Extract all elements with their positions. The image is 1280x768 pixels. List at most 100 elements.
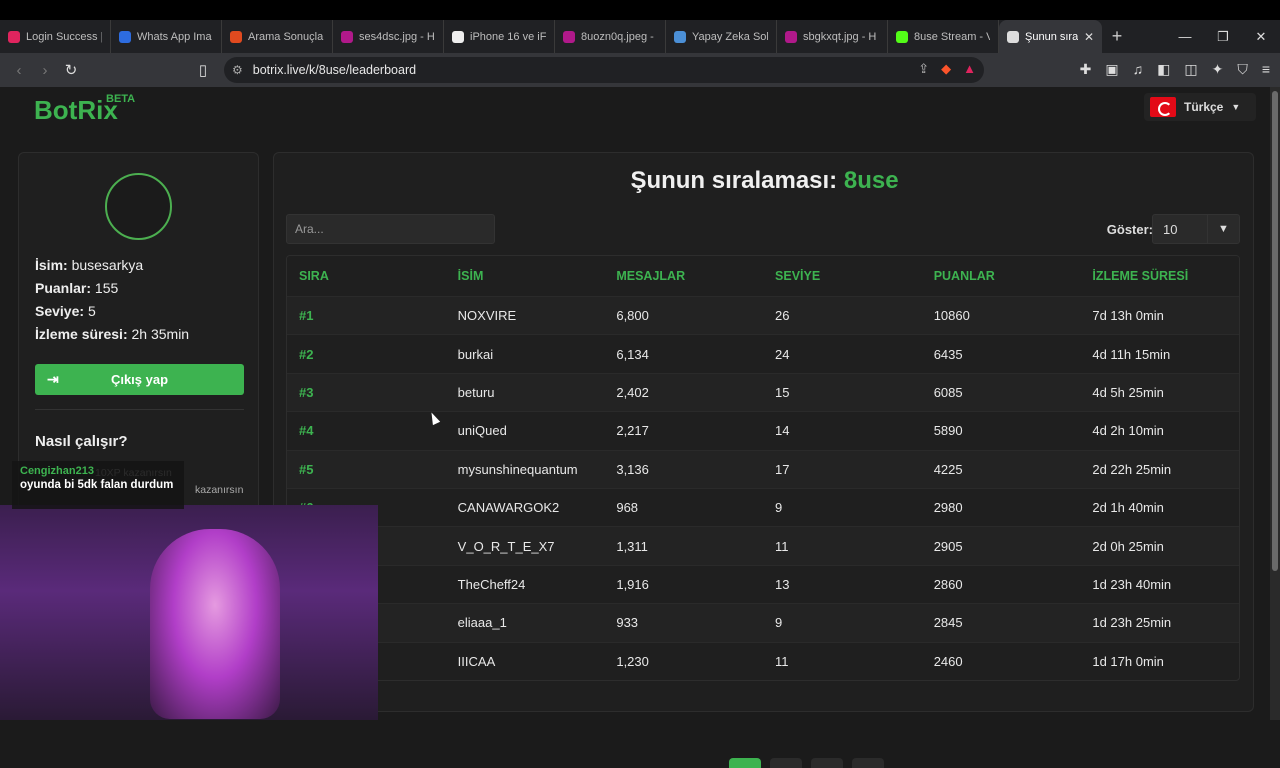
rank-cell: #4 [299,423,314,439]
search-input[interactable] [286,214,495,244]
media-icon[interactable]: ♫ [1133,61,1144,78]
wallet-icon[interactable]: ▣ [1105,61,1118,78]
profile-watch-row: İzleme süresi: 2h 35min [35,323,189,346]
scrollbar-thumb[interactable] [1272,91,1278,571]
tab-title: sbgkxqt.jpg - H [803,30,877,43]
table-cell: 2980 [933,500,963,516]
column-header[interactable]: İZLEME SÜRESİ [1080,269,1239,283]
table-cell: IIICAA [457,653,496,669]
tab-favicon-icon [1007,30,1019,43]
close-tab-icon[interactable]: ✕ [1084,30,1094,44]
browser-tab[interactable]: Whats App Ima [111,20,222,53]
page-button[interactable] [729,758,761,768]
browser-tab[interactable]: Yapay Zeka Soh [666,20,777,53]
page-size-select[interactable]: 10 ▼ [1152,214,1240,244]
brave-shield-icon[interactable]: ◆ [941,61,951,77]
page-button[interactable] [770,758,802,768]
table-cell: 2,402 [616,384,649,400]
profile-points: 155 [94,280,119,296]
restore-icon[interactable]: ❐ [1204,20,1242,53]
browser-tab[interactable]: Login Success | [0,20,111,53]
browser-tab[interactable]: iPhone 16 ve iF [444,20,555,53]
botrix-logo[interactable]: BotRix BETA [34,93,135,126]
table-cell: 1d 23h 25min [1092,615,1172,631]
table-cell: 2460 [933,653,963,669]
sidebar-icon[interactable]: ◧ [1157,61,1170,78]
table-row: #1 NOXVIRE 6,800 26 10860 7d 13h 0min [287,296,1239,335]
forward-icon[interactable]: › [32,62,58,79]
new-tab-button[interactable]: + [1102,26,1132,47]
column-header[interactable]: SIRA [287,269,446,283]
page-button[interactable] [811,758,843,768]
window-controls: — ❐ ✕ [1166,20,1280,53]
browser-tab[interactable]: ses4dsc.jpg - H [333,20,444,53]
table-cell: CANAWARGOK2 [457,500,560,516]
table-cell: mysunshinequantum [457,461,578,477]
avatar [105,173,172,240]
logout-button[interactable]: ⇥ Çıkış yap [35,364,244,395]
language-selector[interactable]: Türkçe ▼ [1144,93,1256,121]
divider [35,409,244,410]
table-cell: 9 [775,615,783,631]
share-icon[interactable]: ⇪ [918,61,929,77]
reload-icon[interactable]: ↻ [58,61,84,79]
table-cell: 9 [775,500,783,516]
back-icon[interactable]: ‹ [6,62,32,79]
browser-tab[interactable]: sbgkxqt.jpg - H [777,20,888,53]
table-cell: 26 [775,308,790,324]
table-cell: 11 [775,653,789,669]
brave-rewards-icon[interactable]: ▲ [963,61,976,77]
table-cell: 1,311 [616,538,648,554]
leo-icon[interactable]: ✦ [1212,61,1224,78]
table-cell: 1d 23h 40min [1092,576,1172,592]
table-cell: 6085 [933,384,963,400]
browser-tab[interactable]: 8use Stream - V [888,20,999,53]
shield-icon[interactable]: ⛉ [1237,61,1248,78]
close-window-icon[interactable]: ✕ [1242,20,1280,53]
table-cell: 4d 2h 10min [1092,423,1164,439]
points-label: Puanlar: [35,280,92,296]
rank-cell: #1 [299,308,314,324]
profile-points-row: Puanlar: 155 [35,277,189,300]
page-button[interactable] [852,758,884,768]
table-cell: 2d 22h 25min [1092,461,1172,477]
table-cell: 6,800 [616,308,649,324]
table-cell: eliaaa_1 [457,615,507,631]
table-cell: 2860 [933,576,963,592]
table-row: #5 mysunshinequantum 3,136 17 4225 2d 22h 25m… [287,449,1239,488]
browser-tab[interactable]: Arama Sonuçlar [222,20,333,53]
streamer-image [150,529,280,719]
table-cell: 2,217 [616,423,649,439]
extensions-icon[interactable]: ✚ [1080,61,1092,78]
table-row: #10IIICAA1,2301124601d 17h 0min [287,641,1239,680]
channel-name: 8use [843,167,899,194]
table-cell: 1,230 [616,653,649,669]
tab-title: Arama Sonuçlar [248,30,324,43]
logout-label: Çıkış yap [110,372,169,387]
vpn-icon[interactable]: ◫ [1184,61,1197,78]
table-cell: 24 [775,346,790,362]
table-cell: 2d 1h 40min [1092,500,1164,516]
page-scrollbar[interactable] [1270,87,1280,720]
tab-title: Yapay Zeka Soh [692,30,768,43]
browser-tab[interactable]: 8uozn0q.jpeg - [555,20,666,53]
column-header[interactable]: MESAJLAR [604,269,763,283]
browser-tab[interactable]: Şunun sırala ✕ [999,20,1102,53]
column-header[interactable]: SEVİYE [763,269,922,283]
column-header[interactable]: İSİM [446,269,605,283]
tab-favicon-icon [674,30,686,43]
table-header: SIRA İSİM MESAJLAR SEVİYE PUANLAR İZLEME SÜRE… [287,256,1239,296]
column-header[interactable]: PUANLAR [922,269,1081,283]
pagination [729,758,884,768]
menu-icon[interactable]: ≡ [1262,61,1270,78]
minimize-icon[interactable]: — [1166,20,1204,53]
table-cell: beturu [457,384,495,400]
url-bar[interactable]: ⚙ botrix.live/k/8use/leaderboard ⇪ ◆ ▲ [224,57,984,83]
table-cell: 14 [775,423,790,439]
page-size-value: 10 [1163,221,1178,237]
howto-title: Nasıl çalışır? [35,433,128,450]
chat-username: Cengizhan213 [20,465,94,477]
table-cell: 7d 13h 0min [1092,308,1164,324]
bookmark-icon[interactable]: ▯ [190,61,216,79]
site-settings-icon[interactable]: ⚙ [232,63,243,77]
